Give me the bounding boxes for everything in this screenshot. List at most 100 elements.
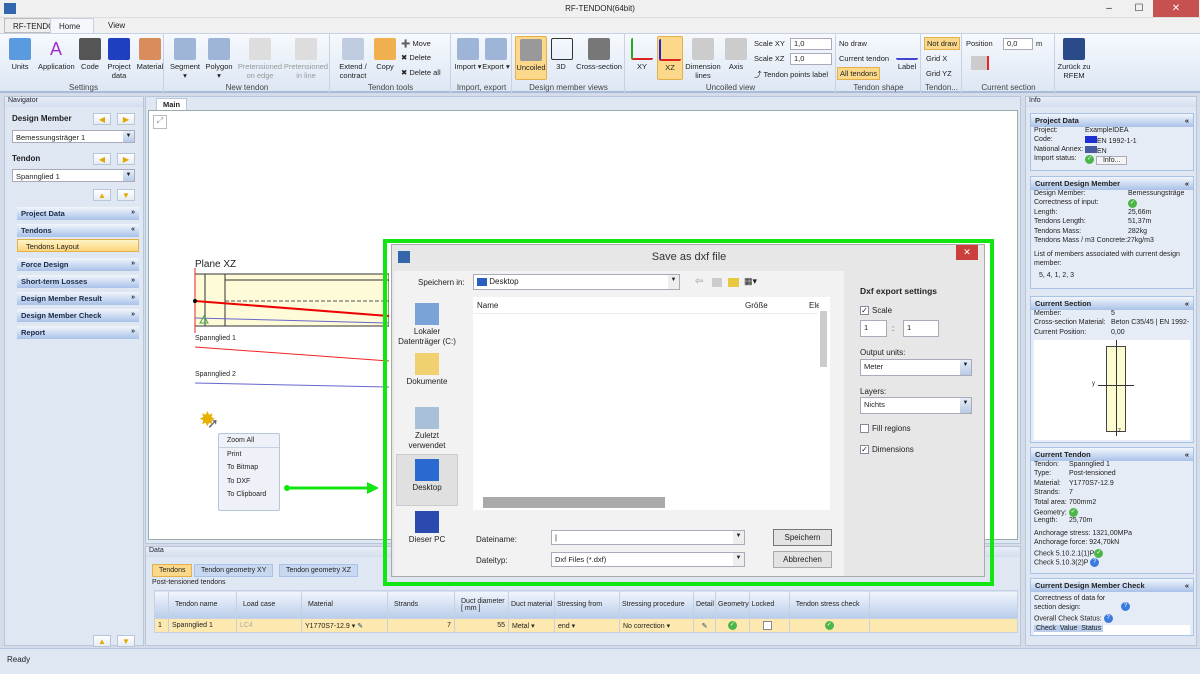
scroll-down-button[interactable]: ▼ (117, 635, 135, 647)
nav-section-short-term-losses[interactable]: Short-term Losses» (17, 275, 139, 288)
close-button[interactable]: ✕ (1153, 0, 1199, 17)
current-section-icon[interactable] (971, 56, 989, 70)
extend-contract-button[interactable]: Extend / contract (335, 38, 371, 80)
next-member-button[interactable]: ▶ (117, 113, 135, 125)
nav-section-design-member-result[interactable]: Design Member Result» (17, 292, 139, 305)
back-arrow-icon[interactable]: ⇦ (695, 276, 703, 287)
position-input[interactable]: 0,0 (1003, 38, 1033, 50)
cell-tendon-name[interactable]: Spannglied 1 (169, 619, 237, 633)
cell-strands[interactable]: 7 (388, 619, 455, 633)
cell-duct-material[interactable]: Metal ▾ (509, 619, 555, 633)
filename-input[interactable]: |▼ (551, 530, 745, 545)
back-to-rfem-button[interactable]: Zurück zu RFEM (1057, 38, 1091, 80)
design-member-select[interactable]: Bemessungsträger 1▼ (12, 130, 135, 143)
cell-load-case[interactable]: LC4 (237, 619, 302, 633)
segment-button[interactable]: Segment ▾ (169, 38, 201, 80)
nav-section-tendons[interactable]: Tendons« (17, 224, 139, 237)
fill-regions-checkbox[interactable]: Fill regions (860, 424, 911, 433)
box-header[interactable]: Current Design Member Check« (1031, 579, 1193, 592)
current-tendon-option[interactable]: Current tendon (839, 54, 889, 63)
save-in-select[interactable]: Desktop▼ (473, 274, 680, 290)
edit-pencil-icon[interactable]: ✎ (357, 623, 363, 630)
menu-item-to-bitmap[interactable]: To Bitmap (219, 461, 279, 475)
info-button[interactable]: Info... (1096, 156, 1128, 165)
uncoiled-button[interactable]: Uncoiled (515, 36, 547, 80)
box-header[interactable]: Project Data« (1031, 114, 1193, 127)
box-header[interactable]: Current Section« (1031, 297, 1193, 310)
output-units-select[interactable]: Meter▼ (860, 359, 972, 376)
menu-item-to-dxf[interactable]: To DXF (219, 475, 279, 489)
import-button[interactable]: Import ▾ (454, 38, 482, 71)
tendon-select[interactable]: Spannglied 1▼ (12, 169, 135, 182)
column-size[interactable]: Größe (745, 301, 768, 310)
menu-item-zoom-all[interactable]: Zoom All (219, 434, 279, 448)
cell-material[interactable]: Y1770S7-12.9 ▾ ✎ (302, 619, 388, 633)
tab-tendons[interactable]: Tendons (152, 564, 192, 577)
maximize-button[interactable]: ☐ (1125, 0, 1153, 17)
grid-yz-option[interactable]: Grid YZ (926, 69, 952, 78)
units-button[interactable]: Units (8, 38, 32, 71)
project-data-button[interactable]: Project data (106, 38, 132, 80)
tab-home[interactable]: Home (50, 18, 94, 33)
export-button[interactable]: Export ▾ (482, 38, 510, 71)
no-draw-option[interactable]: No draw (839, 39, 867, 48)
label-button[interactable]: Label (895, 38, 919, 71)
dimensions-checkbox[interactable]: ✓Dimensions (860, 445, 914, 454)
scale-checkbox[interactable]: ✓Scale (860, 306, 892, 315)
menu-item-print[interactable]: Print (219, 448, 279, 462)
chevron-down-icon[interactable]: ▾ (352, 623, 356, 630)
not-draw-option[interactable]: Not draw (924, 37, 960, 50)
column-type[interactable]: Ele (809, 301, 819, 310)
nav-section-report[interactable]: Report» (17, 326, 139, 339)
application-button[interactable]: AApplication (38, 38, 74, 71)
tab-tendon-geometry-xy[interactable]: Tendon geometry XY (194, 564, 273, 577)
new-folder-icon[interactable] (728, 278, 739, 287)
scale-xz-input[interactable]: 1,0 (790, 53, 832, 65)
place-local-disk[interactable]: Lokaler Datenträger (C:) (396, 303, 458, 347)
pretensioned-line-button[interactable]: Pretensioned in line (283, 38, 329, 80)
grid-x-option[interactable]: Grid X (926, 54, 947, 63)
cell-locked[interactable] (749, 619, 789, 633)
file-list[interactable]: Name Größe Ele (473, 297, 830, 510)
place-recent[interactable]: Zuletzt verwendet (396, 407, 458, 451)
menu-item-to-clipboard[interactable]: To Clipboard (219, 488, 279, 502)
prev-member-button[interactable]: ◀ (93, 113, 111, 125)
cancel-button[interactable]: Abbrechen (773, 551, 832, 568)
scale-xy-input[interactable]: 1,0 (790, 38, 832, 50)
move-down-button[interactable]: ▼ (117, 189, 135, 201)
move-up-button[interactable]: ▲ (93, 189, 111, 201)
polygon-button[interactable]: Polygon ▾ (203, 38, 235, 80)
material-button[interactable]: Material (136, 38, 164, 71)
delete-button[interactable]: ✖ Delete (401, 53, 431, 62)
copy-button[interactable]: Copy (373, 38, 397, 71)
axis-button[interactable]: Axis (724, 38, 748, 71)
view-menu-icon[interactable]: ▦▾ (744, 276, 757, 287)
tab-tendon-geometry-xz[interactable]: Tendon geometry XZ (279, 564, 358, 577)
nav-section-project-data[interactable]: Project Data» (17, 207, 139, 220)
nav-item-tendons-layout[interactable]: Tendons Layout (17, 239, 139, 252)
minimize-button[interactable]: – (1095, 0, 1123, 17)
column-name[interactable]: Name (477, 301, 498, 310)
dialog-close-button[interactable]: ✕ (956, 245, 978, 260)
scale-numerator-input[interactable]: 1 (860, 320, 887, 337)
xz-button[interactable]: XZ (657, 36, 683, 80)
up-folder-icon[interactable] (712, 278, 722, 287)
xy-button[interactable]: XY (630, 38, 654, 71)
nav-section-design-member-check[interactable]: Design Member Check» (17, 309, 139, 322)
prev-tendon-button[interactable]: ◀ (93, 153, 111, 165)
next-tendon-button[interactable]: ▶ (117, 153, 135, 165)
place-this-pc[interactable]: Dieser PC (396, 511, 458, 545)
nav-section-force-design[interactable]: Force Design» (17, 258, 139, 271)
edit-pencil-icon[interactable]: ✎ (694, 619, 716, 633)
locked-checkbox[interactable] (763, 621, 772, 630)
cell-stressing-from[interactable]: end ▾ (555, 619, 620, 633)
box-header[interactable]: Current Design Member« (1031, 177, 1193, 190)
cell-stressing-procedure[interactable]: No correction ▾ (620, 619, 694, 633)
scale-denominator-input[interactable]: 1 (903, 320, 939, 337)
cell-duct-diameter[interactable]: 55 (455, 619, 509, 633)
vertical-scrollbar[interactable] (820, 311, 827, 367)
pretensioned-edge-button[interactable]: Pretensioned on edge (237, 38, 283, 80)
scroll-up-button[interactable]: ▲ (93, 635, 111, 647)
3d-button[interactable]: 3D (551, 38, 571, 71)
cross-section-button[interactable]: Cross-section (575, 38, 623, 71)
